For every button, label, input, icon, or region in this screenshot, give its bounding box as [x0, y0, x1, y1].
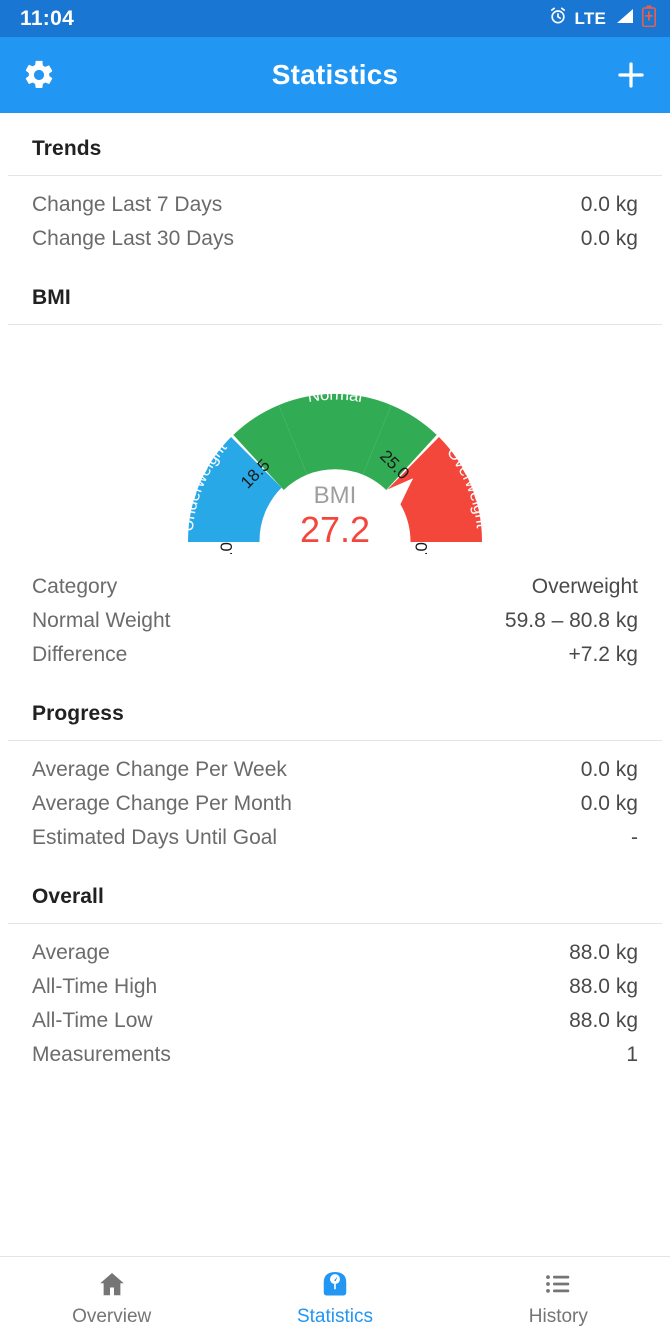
row-label: Average — [32, 941, 110, 964]
signal-icon — [613, 6, 635, 31]
section-title-progress: Progress — [32, 702, 124, 725]
row-value: 0.0 kg — [580, 792, 638, 815]
row-label: Estimated Days Until Goal — [32, 826, 278, 849]
app-bar: Statistics — [0, 37, 670, 113]
table-row[interactable]: Normal Weight 59.8 – 80.8 kg — [0, 604, 670, 638]
section-title-trends: Trends — [32, 137, 102, 160]
table-row[interactable]: Difference +7.2 kg — [0, 638, 670, 672]
svg-text:40.0: 40.0 — [412, 542, 431, 554]
alarm-icon — [548, 6, 568, 31]
table-row[interactable]: Estimated Days Until Goal - — [0, 821, 670, 855]
nav-label-history: History — [528, 1306, 588, 1327]
row-value: 59.8 – 80.8 kg — [504, 609, 638, 632]
row-label: Change Last 7 Days — [32, 193, 223, 216]
page-title: Statistics — [271, 59, 399, 90]
rows-overall: Average 88.0 kg All-Time High 88.0 kg Al… — [0, 924, 670, 1078]
section-title-overall: Overall — [32, 885, 104, 908]
nav-item-overview[interactable]: Overview — [0, 1257, 223, 1340]
row-label: Difference — [32, 643, 128, 666]
content-scroll[interactable]: Trends Change Last 7 Days 0.0 kg Change … — [0, 113, 670, 1256]
row-value: 1 — [626, 1043, 638, 1066]
table-row[interactable]: All-Time Low 88.0 kg — [0, 1004, 670, 1038]
gauge-tick-16: 16.0 — [217, 542, 236, 554]
bmi-gauge-chart: Underweight Normal Overweight 16.0 — [0, 325, 670, 558]
add-plus-icon[interactable] — [614, 58, 648, 92]
app-screen: 11:04 LTE Statistics Trends Change Last … — [0, 0, 670, 1340]
section-title-bmi: BMI — [32, 286, 71, 309]
table-row[interactable]: Change Last 30 Days 0.0 kg — [0, 222, 670, 256]
row-value: +7.2 kg — [568, 643, 638, 666]
table-row[interactable]: Category Overweight — [0, 570, 670, 604]
home-icon — [97, 1269, 127, 1299]
row-label: Normal Weight — [32, 609, 171, 632]
bottom-navigation: Overview Statistics History — [0, 1256, 670, 1340]
table-row[interactable]: Measurements 1 — [0, 1038, 670, 1072]
section-overall: Overall Average 88.0 kg All-Time High 88… — [0, 861, 670, 1078]
scale-icon — [320, 1269, 350, 1299]
nav-item-statistics[interactable]: Statistics — [223, 1257, 446, 1340]
status-bar: 11:04 LTE — [0, 0, 670, 37]
row-value: 88.0 kg — [569, 975, 638, 998]
status-time: 11:04 — [20, 6, 75, 30]
settings-gear-icon[interactable] — [22, 58, 56, 92]
rows-trends: Change Last 7 Days 0.0 kg Change Last 30… — [0, 176, 670, 262]
section-progress: Progress Average Change Per Week 0.0 kg … — [0, 678, 670, 861]
table-row[interactable]: Average 88.0 kg — [0, 936, 670, 970]
bmi-gauge-svg: Underweight Normal Overweight 16.0 — [178, 385, 492, 554]
rows-progress: Average Change Per Week 0.0 kg Average C… — [0, 741, 670, 861]
table-row[interactable]: Average Change Per Month 0.0 kg — [0, 787, 670, 821]
row-label: Category — [32, 575, 118, 598]
rows-bmi: Category Overweight Normal Weight 59.8 –… — [0, 558, 670, 678]
section-bmi: BMI Underweight Normal Overweight 18.5 2… — [0, 262, 670, 678]
row-value: 0.0 kg — [580, 193, 638, 216]
list-icon — [543, 1269, 573, 1299]
gauge-label-normal: Normal — [306, 385, 364, 407]
network-type-label: LTE — [574, 8, 606, 28]
row-label: Average Change Per Week — [32, 758, 287, 781]
section-trends: Trends Change Last 7 Days 0.0 kg Change … — [0, 113, 670, 262]
nav-item-history[interactable]: History — [447, 1257, 670, 1340]
table-row[interactable]: Average Change Per Week 0.0 kg — [0, 753, 670, 787]
nav-label-statistics: Statistics — [296, 1306, 373, 1327]
row-value: 0.0 kg — [580, 227, 638, 250]
table-row[interactable]: Change Last 7 Days 0.0 kg — [0, 188, 670, 222]
row-value: 0.0 kg — [580, 758, 638, 781]
row-value: 88.0 kg — [569, 941, 638, 964]
row-value: - — [631, 826, 638, 849]
status-icons: LTE — [548, 5, 656, 32]
row-label: Measurements — [32, 1043, 171, 1066]
table-row[interactable]: All-Time High 88.0 kg — [0, 970, 670, 1004]
gauge-tick-40: 40.0 — [412, 542, 431, 554]
row-label: All-Time High — [32, 975, 158, 998]
row-label: All-Time Low — [32, 1009, 153, 1032]
row-label: Change Last 30 Days — [32, 227, 234, 250]
battery-icon — [642, 5, 656, 32]
row-label: Average Change Per Month — [32, 792, 292, 815]
row-value: 88.0 kg — [569, 1009, 638, 1032]
nav-label-overview: Overview — [72, 1306, 152, 1327]
svg-text:16.0: 16.0 — [217, 542, 236, 554]
row-value: Overweight — [531, 575, 638, 598]
